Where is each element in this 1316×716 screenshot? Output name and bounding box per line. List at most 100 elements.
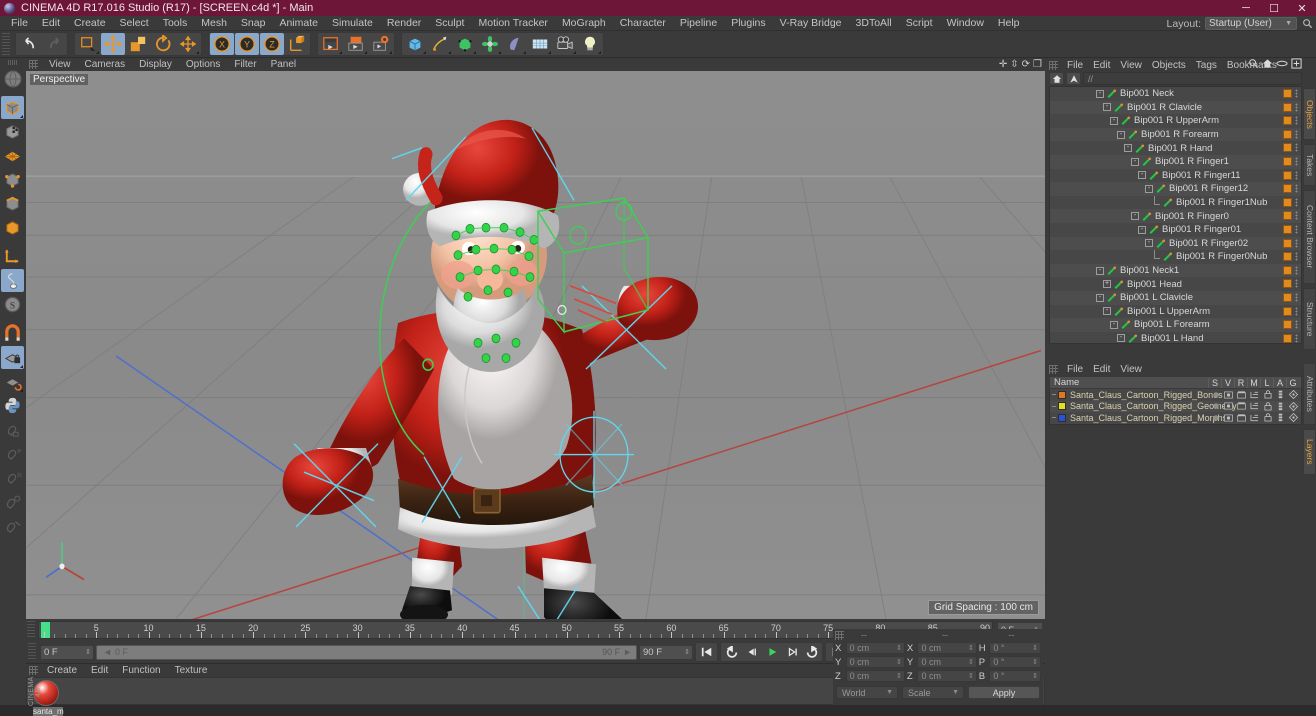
object-path-field[interactable]: // — [1083, 72, 1302, 85]
menu-item-tools[interactable]: Tools — [156, 16, 195, 31]
go-to-start-button[interactable] — [697, 643, 716, 661]
step-forward-button[interactable] — [782, 643, 801, 661]
visibility-dots-icon[interactable] — [1295, 211, 1298, 221]
position-z-field[interactable]: 0 cm ⇕ — [845, 670, 905, 682]
workplane-icon[interactable] — [1, 370, 24, 393]
animation-icon[interactable] — [1274, 389, 1287, 400]
layer-color-tag[interactable] — [1283, 129, 1292, 139]
magnet-icon[interactable] — [1, 322, 24, 345]
home-button[interactable] — [1049, 72, 1064, 85]
object-tree-row[interactable]: + Bip001 Head — [1050, 277, 1301, 291]
pose-icon[interactable]: P — [1, 442, 24, 465]
transport-grip[interactable] — [28, 643, 36, 661]
layer-color-swatch[interactable] — [1058, 413, 1066, 422]
lock-icon[interactable] — [1261, 389, 1274, 400]
preview-range-scrubber[interactable]: ◄ 0 F 90 F ► — [96, 644, 637, 660]
menu-item-motion-tracker[interactable]: Motion Tracker — [471, 16, 554, 31]
menu-item-v-ray-bridge[interactable]: V-Ray Bridge — [773, 16, 849, 31]
collapse-icon[interactable]: - — [1096, 89, 1104, 98]
object-tree-row[interactable]: - Bip001 R Finger02 — [1050, 236, 1301, 251]
redo-button[interactable] — [42, 33, 66, 55]
visibility-dots-icon[interactable] — [1295, 265, 1298, 275]
layer-table-body[interactable]: Santa_Claus_Cartoon_Rigged_Bones Santa_Cl… — [1049, 389, 1302, 425]
manager-icon[interactable] — [1248, 412, 1261, 423]
search-icon[interactable] — [1301, 17, 1314, 30]
menu-item-render[interactable]: Render — [380, 16, 428, 31]
collapse-icon[interactable]: - — [1117, 130, 1125, 139]
object-tree-row[interactable]: Bip001 R Finger1Nub — [1050, 195, 1301, 210]
deformer-button[interactable] — [478, 33, 502, 55]
material-menu-edit[interactable]: Edit — [84, 665, 115, 676]
generator-icon[interactable] — [1287, 389, 1300, 400]
visibility-dots-icon[interactable] — [1295, 306, 1298, 316]
object-tree-row[interactable]: - Bip001 R Finger12 — [1050, 182, 1301, 196]
visibility-dots-icon[interactable] — [1295, 279, 1298, 289]
layer-color-tag[interactable] — [1283, 156, 1292, 166]
layer-manager-grip[interactable] — [1049, 365, 1058, 374]
menu-item-edit[interactable]: Edit — [35, 16, 67, 31]
search-icon[interactable] — [1248, 58, 1259, 72]
move-tool[interactable] — [101, 33, 125, 55]
layout-dropdown[interactable]: Startup (User) ▼ — [1205, 17, 1297, 30]
material-grip[interactable] — [29, 666, 38, 675]
visibility-dots-icon[interactable] — [1295, 156, 1298, 166]
visible-icon[interactable] — [1222, 412, 1235, 423]
collapse-icon[interactable]: - — [1110, 116, 1118, 125]
layer-color-tag[interactable] — [1283, 102, 1292, 112]
viewport-menu-filter[interactable]: Filter — [227, 59, 263, 70]
menu-item-3dtoall[interactable]: 3DToAll — [849, 16, 899, 31]
object-manager-grip[interactable] — [1049, 60, 1058, 70]
model-mode-icon[interactable] — [1, 96, 24, 119]
joint-tool-icon[interactable] — [1, 490, 24, 513]
collapse-icon[interactable]: - — [1145, 184, 1153, 193]
collapse-icon[interactable]: - — [1103, 307, 1111, 316]
polygon-object-icon[interactable] — [1, 216, 24, 239]
menu-item-pipeline[interactable]: Pipeline — [673, 16, 724, 31]
visibility-dots-icon[interactable] — [1295, 184, 1298, 194]
menu-item-select[interactable]: Select — [113, 16, 156, 31]
live-selection-tool[interactable] — [76, 33, 100, 55]
layer-color-tag[interactable] — [1283, 224, 1292, 234]
material-menu-texture[interactable]: Texture — [168, 665, 215, 676]
layer-menu-file[interactable]: File — [1062, 364, 1088, 375]
render-view-button[interactable] — [319, 33, 343, 55]
size-x-field[interactable]: 0 cm ⇕ — [917, 642, 977, 654]
object-tree[interactable]: - Bip001 Neck - Bip001 R Clavicle - Bip001 R … — [1049, 86, 1302, 344]
object-axis-icon[interactable] — [1, 245, 24, 268]
character-icon[interactable] — [1, 418, 24, 441]
generator-button[interactable] — [453, 33, 477, 55]
object-tree-row[interactable]: - Bip001 R Finger01 — [1050, 222, 1301, 237]
object-tree-row[interactable]: - Bip001 Neck1 — [1050, 263, 1301, 278]
layer-color-tag[interactable] — [1283, 89, 1292, 98]
object-tree-row[interactable]: Bip001 R Finger0Nub — [1050, 249, 1301, 264]
object-tree-row[interactable]: - Bip001 Neck — [1050, 87, 1301, 101]
minimize-button[interactable]: ─ — [1232, 0, 1260, 16]
render-icon[interactable] — [1235, 401, 1248, 412]
position-x-field[interactable]: 0 cm ⇕ — [845, 642, 905, 654]
layer-color-swatch[interactable] — [1058, 402, 1066, 411]
collapse-icon[interactable]: - — [1117, 334, 1125, 343]
menu-item-create[interactable]: Create — [67, 16, 113, 31]
visibility-dots-icon[interactable] — [1295, 102, 1298, 112]
size-y-field[interactable]: 0 cm ⇕ — [917, 656, 977, 668]
visibility-dots-icon[interactable] — [1295, 170, 1298, 180]
layer-menu-view[interactable]: View — [1115, 364, 1147, 375]
material-menu-create[interactable]: Create — [40, 665, 84, 676]
animation-icon[interactable] — [1274, 412, 1287, 423]
world-object-axis-toggle[interactable] — [285, 33, 309, 55]
weight-tool-icon[interactable] — [1, 514, 24, 537]
close-button[interactable]: ✕ — [1288, 0, 1316, 16]
render-to-picture-viewer-button[interactable] — [344, 33, 368, 55]
play-button[interactable] — [762, 643, 781, 661]
coordinate-mode-dropdown[interactable]: Scale ▼ — [902, 686, 964, 699]
collapse-icon[interactable]: - — [1138, 225, 1146, 234]
dolly-view-icon[interactable]: ⇳ — [1010, 59, 1018, 70]
solo-dot-icon[interactable] — [1209, 412, 1222, 423]
new-view-icon[interactable] — [1291, 58, 1302, 72]
viewport-menu-view[interactable]: View — [42, 59, 78, 70]
rotate-tool[interactable] — [151, 33, 175, 55]
object-tree-row[interactable]: - Bip001 R Clavicle — [1050, 100, 1301, 115]
layer-row[interactable]: Santa_Claus_Cartoon_Rigged_Bones — [1050, 389, 1301, 401]
menu-item-sculpt[interactable]: Sculpt — [428, 16, 471, 31]
up-level-button[interactable] — [1066, 72, 1081, 85]
